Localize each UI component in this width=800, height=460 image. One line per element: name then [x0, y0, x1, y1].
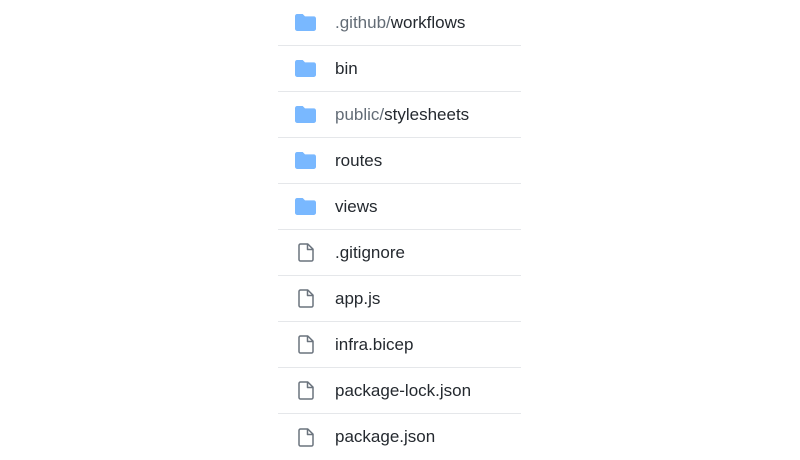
entry-basename[interactable]: infra.bicep — [335, 335, 413, 354]
file-row-package-json[interactable]: package.json — [278, 414, 521, 460]
file-icon — [295, 289, 316, 308]
entry-name[interactable]: package-lock.json — [335, 381, 471, 401]
file-icon — [295, 381, 316, 400]
entry-name[interactable]: bin — [335, 59, 358, 79]
entry-basename[interactable]: views — [335, 197, 378, 216]
file-icon — [295, 335, 316, 354]
entry-basename[interactable]: routes — [335, 151, 382, 170]
entry-name[interactable]: views — [335, 197, 378, 217]
file-row-app-js[interactable]: app.js — [278, 276, 521, 322]
file-row-folder-routes[interactable]: routes — [278, 138, 521, 184]
file-row-gitignore[interactable]: .gitignore — [278, 230, 521, 276]
file-row-folder-views[interactable]: views — [278, 184, 521, 230]
file-row-folder-public-stylesheets[interactable]: public/stylesheets — [278, 92, 521, 138]
file-row-package-lock-json[interactable]: package-lock.json — [278, 368, 521, 414]
entry-path-prefix[interactable]: public/ — [335, 105, 384, 124]
file-row-folder-bin[interactable]: bin — [278, 46, 521, 92]
file-row-folder-github-workflows[interactable]: .github/workflows — [278, 0, 521, 46]
entry-basename[interactable]: bin — [335, 59, 358, 78]
entry-name[interactable]: infra.bicep — [335, 335, 413, 355]
entry-basename[interactable]: package-lock.json — [335, 381, 471, 400]
entry-basename[interactable]: workflows — [391, 13, 466, 32]
entry-name[interactable]: app.js — [335, 289, 380, 309]
entry-name[interactable]: public/stylesheets — [335, 105, 469, 125]
entry-name[interactable]: .github/workflows — [335, 13, 465, 33]
entry-path-prefix[interactable]: .github/ — [335, 13, 391, 32]
folder-icon — [295, 198, 316, 216]
folder-icon — [295, 106, 316, 124]
file-icon — [295, 427, 316, 447]
entry-basename[interactable]: package.json — [335, 427, 435, 446]
entry-basename[interactable]: stylesheets — [384, 105, 469, 124]
folder-icon — [295, 60, 316, 78]
entry-basename[interactable]: .gitignore — [335, 243, 405, 262]
file-icon — [295, 243, 316, 262]
entry-name[interactable]: .gitignore — [335, 243, 405, 263]
file-row-infra-bicep[interactable]: infra.bicep — [278, 322, 521, 368]
entry-name[interactable]: package.json — [335, 427, 435, 447]
file-list: .github/workflows bin public/stylesheets… — [278, 0, 521, 460]
folder-icon — [295, 14, 316, 32]
folder-icon — [295, 152, 316, 170]
entry-basename[interactable]: app.js — [335, 289, 380, 308]
entry-name[interactable]: routes — [335, 151, 382, 171]
